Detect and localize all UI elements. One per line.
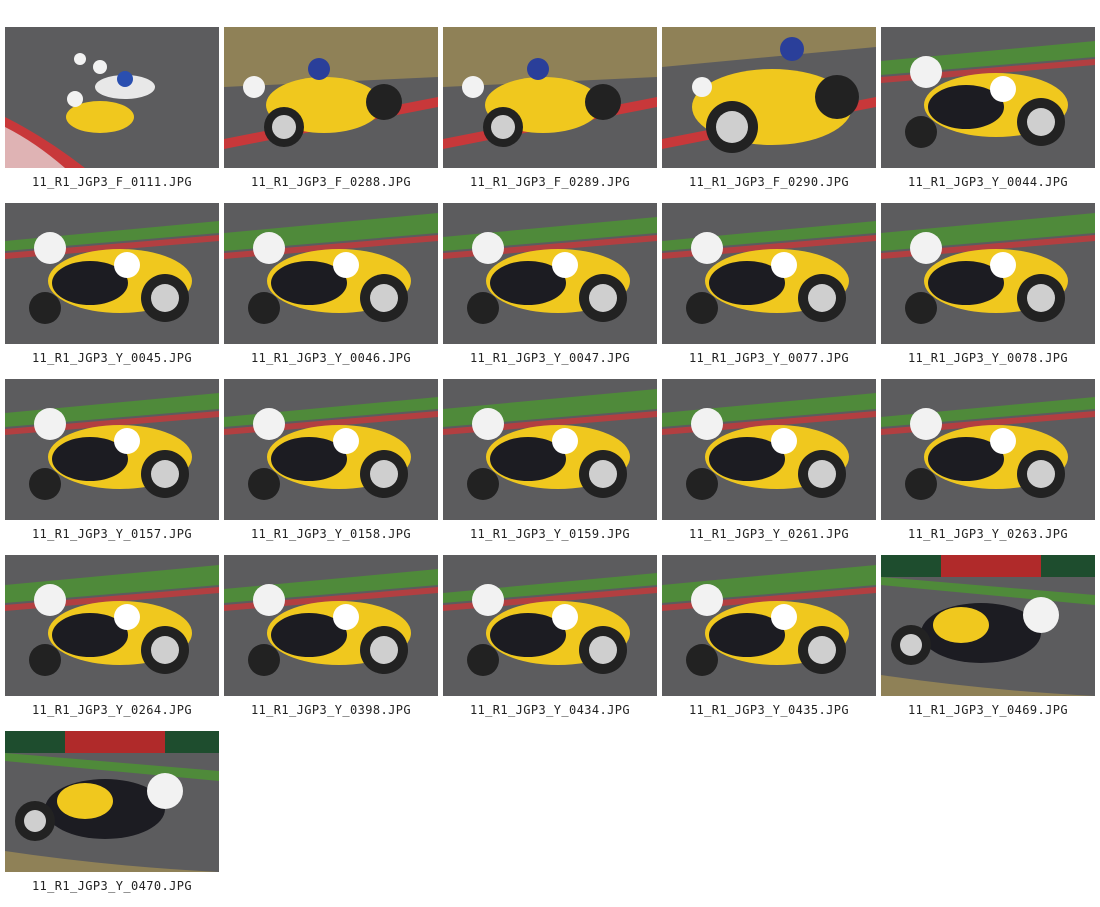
filename-caption[interactable]: 11_R1_JGP3_Y_0047.JPG (470, 351, 630, 365)
race-photo (443, 555, 657, 696)
race-photo (881, 379, 1095, 520)
photo-thumbnail[interactable] (5, 27, 219, 168)
photo-thumbnail[interactable] (662, 27, 876, 168)
gallery-tile[interactable]: 11_R1_JGP3_F_0111.JPG (5, 27, 219, 203)
gallery-tile[interactable]: 11_R1_JGP3_Y_0469.JPG (881, 555, 1095, 731)
race-photo (881, 203, 1095, 344)
race-photo (443, 379, 657, 520)
photo-thumbnail[interactable] (5, 731, 219, 872)
filename-caption[interactable]: 11_R1_JGP3_F_0111.JPG (32, 175, 192, 189)
photo-thumbnail[interactable] (881, 555, 1095, 696)
race-photo (881, 27, 1095, 168)
gallery-tile[interactable]: 11_R1_JGP3_Y_0398.JPG (224, 555, 438, 731)
photo-thumbnail[interactable] (5, 203, 219, 344)
race-photo (224, 27, 438, 168)
gallery-tile[interactable]: 11_R1_JGP3_Y_0077.JPG (662, 203, 876, 379)
filename-caption[interactable]: 11_R1_JGP3_F_0290.JPG (689, 175, 849, 189)
gallery-tile[interactable]: 11_R1_JGP3_Y_0434.JPG (443, 555, 657, 731)
gallery-tile[interactable]: 11_R1_JGP3_Y_0157.JPG (5, 379, 219, 555)
gallery-tile[interactable]: 11_R1_JGP3_Y_0045.JPG (5, 203, 219, 379)
gallery-tile[interactable]: 11_R1_JGP3_Y_0046.JPG (224, 203, 438, 379)
photo-thumbnail[interactable] (443, 555, 657, 696)
gallery-tile[interactable]: 11_R1_JGP3_Y_0470.JPG (5, 731, 219, 907)
gallery-tile[interactable]: 11_R1_JGP3_Y_0435.JPG (662, 555, 876, 731)
gallery-tile[interactable]: 11_R1_JGP3_Y_0044.JPG (881, 27, 1095, 203)
filename-caption[interactable]: 11_R1_JGP3_Y_0434.JPG (470, 703, 630, 717)
photo-thumbnail[interactable] (881, 379, 1095, 520)
thumbnail-gallery: 11_R1_JGP3_F_0111.JPG 11_R1_JGP3_F_0288.… (5, 27, 1095, 907)
filename-caption[interactable]: 11_R1_JGP3_Y_0470.JPG (32, 879, 192, 893)
filename-caption[interactable]: 11_R1_JGP3_F_0289.JPG (470, 175, 630, 189)
filename-caption[interactable]: 11_R1_JGP3_Y_0435.JPG (689, 703, 849, 717)
gallery-tile[interactable]: 11_R1_JGP3_Y_0261.JPG (662, 379, 876, 555)
gallery-tile[interactable]: 11_R1_JGP3_Y_0047.JPG (443, 203, 657, 379)
gallery-tile[interactable]: 11_R1_JGP3_Y_0159.JPG (443, 379, 657, 555)
race-photo (443, 203, 657, 344)
gallery-tile[interactable]: 11_R1_JGP3_F_0288.JPG (224, 27, 438, 203)
photo-thumbnail[interactable] (5, 555, 219, 696)
photo-thumbnail[interactable] (662, 379, 876, 520)
race-photo (662, 379, 876, 520)
photo-thumbnail[interactable] (5, 379, 219, 520)
photo-thumbnail[interactable] (443, 27, 657, 168)
filename-caption[interactable]: 11_R1_JGP3_Y_0261.JPG (689, 527, 849, 541)
race-photo (443, 27, 657, 168)
gallery-tile[interactable]: 11_R1_JGP3_Y_0158.JPG (224, 379, 438, 555)
race-photo (224, 203, 438, 344)
filename-caption[interactable]: 11_R1_JGP3_Y_0159.JPG (470, 527, 630, 541)
filename-caption[interactable]: 11_R1_JGP3_Y_0077.JPG (689, 351, 849, 365)
filename-caption[interactable]: 11_R1_JGP3_Y_0045.JPG (32, 351, 192, 365)
gallery-tile[interactable]: 11_R1_JGP3_Y_0263.JPG (881, 379, 1095, 555)
photo-thumbnail[interactable] (224, 203, 438, 344)
photo-thumbnail[interactable] (224, 379, 438, 520)
gallery-tile[interactable]: 11_R1_JGP3_Y_0078.JPG (881, 203, 1095, 379)
filename-caption[interactable]: 11_R1_JGP3_Y_0264.JPG (32, 703, 192, 717)
filename-caption[interactable]: 11_R1_JGP3_Y_0469.JPG (908, 703, 1068, 717)
race-photo (5, 379, 219, 520)
race-photo (5, 731, 219, 872)
photo-thumbnail[interactable] (443, 203, 657, 344)
race-photo (224, 555, 438, 696)
race-photo (5, 27, 219, 168)
race-photo (662, 555, 876, 696)
race-photo (662, 27, 876, 168)
photo-thumbnail[interactable] (224, 27, 438, 168)
filename-caption[interactable]: 11_R1_JGP3_Y_0078.JPG (908, 351, 1068, 365)
gallery-tile[interactable]: 11_R1_JGP3_F_0290.JPG (662, 27, 876, 203)
race-photo (662, 203, 876, 344)
photo-thumbnail[interactable] (881, 27, 1095, 168)
gallery-tile[interactable]: 11_R1_JGP3_F_0289.JPG (443, 27, 657, 203)
race-photo (5, 555, 219, 696)
filename-caption[interactable]: 11_R1_JGP3_Y_0158.JPG (251, 527, 411, 541)
photo-thumbnail[interactable] (224, 555, 438, 696)
race-photo (224, 379, 438, 520)
filename-caption[interactable]: 11_R1_JGP3_Y_0263.JPG (908, 527, 1068, 541)
filename-caption[interactable]: 11_R1_JGP3_Y_0044.JPG (908, 175, 1068, 189)
filename-caption[interactable]: 11_R1_JGP3_Y_0398.JPG (251, 703, 411, 717)
filename-caption[interactable]: 11_R1_JGP3_Y_0157.JPG (32, 527, 192, 541)
filename-caption[interactable]: 11_R1_JGP3_F_0288.JPG (251, 175, 411, 189)
photo-thumbnail[interactable] (881, 203, 1095, 344)
photo-thumbnail[interactable] (443, 379, 657, 520)
photo-thumbnail[interactable] (662, 203, 876, 344)
gallery-tile[interactable]: 11_R1_JGP3_Y_0264.JPG (5, 555, 219, 731)
race-photo (5, 203, 219, 344)
photo-thumbnail[interactable] (662, 555, 876, 696)
filename-caption[interactable]: 11_R1_JGP3_Y_0046.JPG (251, 351, 411, 365)
race-photo (881, 555, 1095, 696)
